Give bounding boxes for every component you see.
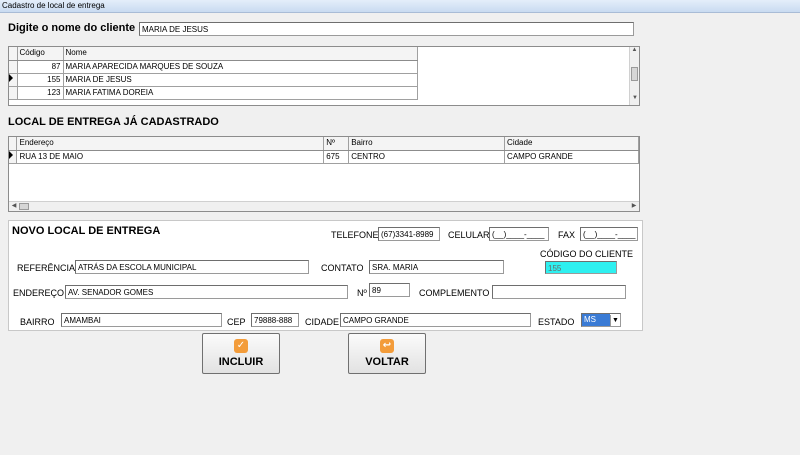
numero-input[interactable]: 89: [369, 283, 410, 297]
registered-horizontal-scrollbar[interactable]: ◀ ▶: [9, 201, 639, 211]
bairro-input[interactable]: AMAMBAI: [61, 313, 222, 327]
clients-header-row: Código Nome: [9, 47, 418, 61]
estado-selected-value: MS: [582, 314, 610, 326]
celular-label: CELULAR: [448, 230, 490, 240]
fax-label: FAX: [558, 230, 576, 240]
cep-label: CEP: [227, 317, 246, 327]
new-section-title: NOVO LOCAL DE ENTREGA: [12, 225, 161, 237]
scroll-left-icon[interactable]: ◀: [9, 202, 19, 211]
bairro-label: BAIRRO: [20, 317, 55, 327]
celular-input[interactable]: (__)____-____: [489, 227, 549, 241]
row-indicator-header: [9, 137, 18, 151]
voltar-button[interactable]: ↩ VOLTAR: [348, 333, 426, 374]
estado-select[interactable]: MS ▼: [581, 313, 621, 327]
registered-header-row: Endereço Nº Bairro Cidade: [9, 137, 639, 151]
telefone-input[interactable]: (67)3341-8989: [378, 227, 440, 241]
column-header-bairro[interactable]: Bairro: [348, 137, 506, 151]
incluir-button-label: INCLUIR: [218, 356, 264, 368]
cell-codigo: 155: [17, 73, 64, 87]
table-row[interactable]: 123 MARIA FATIMA DOREIA: [9, 86, 418, 100]
estado-label: ESTADO: [538, 317, 575, 327]
table-row[interactable]: RUA 13 DE MAIO 675 CENTRO CAMPO GRANDE: [9, 150, 639, 164]
referencia-input[interactable]: ATRÁS DA ESCOLA MUNICIPAL: [75, 260, 309, 274]
column-header-codigo[interactable]: Código: [17, 47, 64, 61]
endereco-label: ENDEREÇO: [13, 288, 65, 298]
return-arrow-icon: ↩: [380, 339, 394, 353]
column-header-nome[interactable]: Nome: [63, 47, 418, 61]
current-row-indicator: [9, 150, 18, 164]
clients-table: Código Nome 87 MARIA APARECIDA MARQUES D…: [9, 47, 418, 100]
scroll-up-icon[interactable]: ▲: [630, 47, 639, 57]
registered-table: Endereço Nº Bairro Cidade RUA 13 DE MAIO…: [9, 137, 639, 164]
complemento-input[interactable]: [492, 285, 626, 299]
numero-label: Nº: [357, 288, 367, 298]
voltar-button-label: VOLTAR: [365, 356, 409, 368]
telefone-label: TELEFONE: [331, 230, 379, 240]
cell-nome: MARIA APARECIDA MARQUES DE SOUZA: [63, 60, 418, 74]
cell-cidade: CAMPO GRANDE: [504, 150, 639, 164]
chevron-down-icon[interactable]: ▼: [610, 315, 620, 326]
cell-codigo: 87: [17, 60, 64, 74]
clients-vertical-scrollbar[interactable]: ▲ ▼: [629, 47, 639, 105]
column-header-cidade[interactable]: Cidade: [504, 137, 639, 151]
endereco-input[interactable]: AV. SENADOR GOMES: [65, 285, 348, 299]
client-search-input[interactable]: MARIA DE JESUS: [139, 22, 634, 36]
scroll-thumb[interactable]: [19, 203, 29, 210]
contato-label: CONTATO: [321, 263, 364, 273]
row-pointer-icon: [9, 73, 13, 82]
row-indicator: [9, 86, 18, 100]
current-row-indicator: [9, 73, 18, 87]
search-label: Digite o nome do cliente: [8, 22, 136, 34]
scroll-right-icon[interactable]: ▶: [629, 202, 639, 211]
cell-nome: MARIA DE JESUS: [63, 73, 418, 87]
row-indicator: [9, 60, 18, 74]
cell-endereco: RUA 13 DE MAIO: [16, 150, 325, 164]
incluir-button[interactable]: ✓ INCLUIR: [202, 333, 280, 374]
registered-section-title: LOCAL DE ENTREGA JÁ CADASTRADO: [8, 116, 219, 128]
referencia-label: REFERÊNCIA: [17, 263, 76, 273]
row-pointer-icon: [9, 150, 13, 159]
cidade-input[interactable]: CAMPO GRANDE: [340, 313, 531, 327]
cep-input[interactable]: 79888-888: [251, 313, 299, 327]
table-row[interactable]: 155 MARIA DE JESUS: [9, 73, 418, 87]
cell-bairro: CENTRO: [348, 150, 506, 164]
fax-input[interactable]: (__)____-____: [580, 227, 638, 241]
row-indicator-header: [9, 47, 18, 61]
scroll-thumb[interactable]: [631, 67, 638, 81]
cell-codigo: 123: [17, 86, 64, 100]
check-icon: ✓: [234, 339, 248, 353]
cell-nome: MARIA FATIMA DOREIA: [63, 86, 418, 100]
cidade-label: CIDADE: [305, 317, 340, 327]
column-header-endereco[interactable]: Endereço: [16, 137, 325, 151]
complemento-label: COMPLEMENTO: [419, 288, 490, 298]
codigo-cliente-label: CÓDIGO DO CLIENTE: [540, 249, 634, 259]
codigo-cliente-field: 155: [545, 261, 617, 274]
window-titlebar: Cadastro de local de entrega: [0, 0, 800, 13]
table-row[interactable]: 87 MARIA APARECIDA MARQUES DE SOUZA: [9, 60, 418, 74]
column-header-numero[interactable]: Nº: [323, 137, 350, 151]
clients-grid: Código Nome 87 MARIA APARECIDA MARQUES D…: [8, 46, 640, 106]
window-title: Cadastro de local de entrega: [2, 1, 105, 10]
scroll-down-icon[interactable]: ▼: [630, 95, 639, 105]
registered-grid: Endereço Nº Bairro Cidade RUA 13 DE MAIO…: [8, 136, 640, 212]
contato-input[interactable]: SRA. MARIA: [369, 260, 504, 274]
cell-numero: 675: [323, 150, 350, 164]
